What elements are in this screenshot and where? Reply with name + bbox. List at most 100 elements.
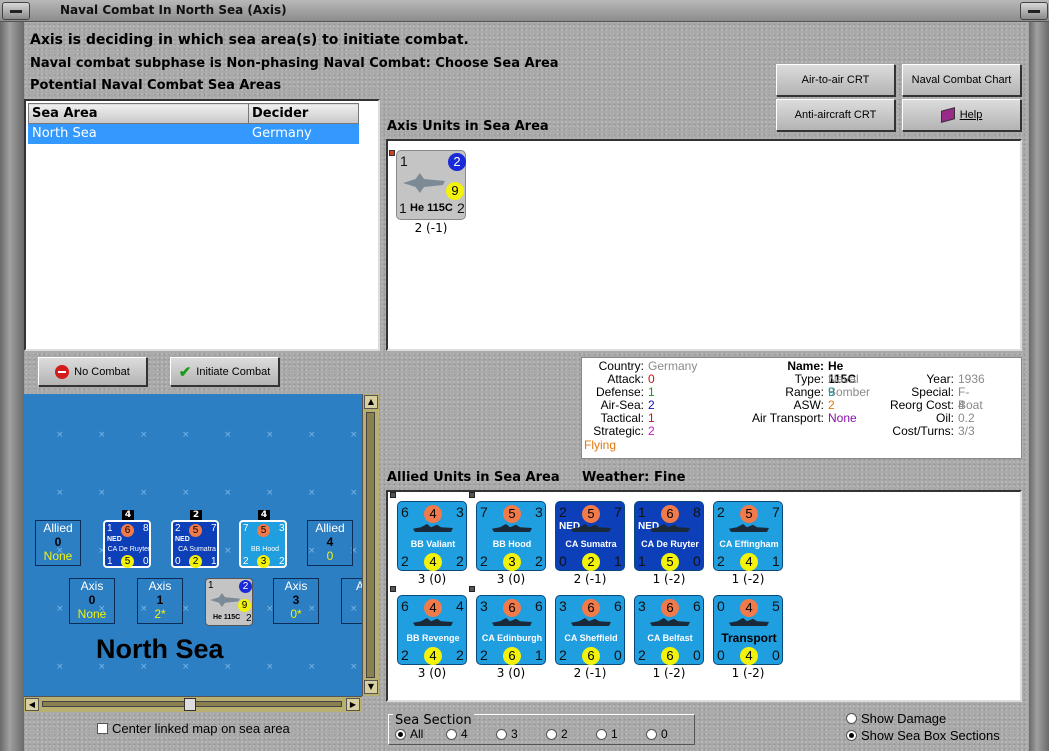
unit-caption: 3 (0) [496, 666, 526, 680]
sea-box-sub: 0 [326, 549, 334, 563]
allied-ship-counter[interactable]: 6 4 4 BB Revenge 2 4 2 [397, 595, 467, 665]
decider-cell[interactable]: Germany [248, 123, 359, 144]
axis-unit-counter[interactable]: 1 2 9 1 He 115C 2 [396, 150, 466, 220]
sea-box-sub: None [43, 549, 73, 563]
radio-icon [496, 728, 507, 740]
map-ship-stack[interactable]: 1 6 8 NED CA De Ruyter 1 5 0 [103, 520, 151, 568]
unit-caption: 3 (0) [417, 572, 447, 586]
help-button[interactable]: Help [902, 99, 1021, 131]
ship-silhouette-icon [492, 618, 532, 626]
sea-area-map[interactable]: ××××××××××××××××××××××××××××××××××××××××… [24, 394, 362, 696]
sea-area-header[interactable]: Sea Area [28, 103, 249, 124]
decider-header[interactable]: Decider [248, 103, 359, 124]
table-row[interactable]: North Sea Germany [28, 123, 359, 144]
ship-range: 2 [535, 553, 543, 569]
initiate-combat-button[interactable]: ✔ Initiate Combat [170, 357, 279, 386]
window-menu-button[interactable] [2, 2, 30, 20]
sea-section-4[interactable]: 4 [446, 727, 468, 741]
radio-label: 1 [611, 727, 618, 741]
scroll-right-icon[interactable]: ▶ [346, 698, 360, 711]
axis-sea-box-0[interactable]: Axis 0 None [69, 578, 115, 624]
sea-area-table: Sea Area Decider North Sea Germany [28, 103, 359, 144]
sea-box-value: 3 [292, 593, 300, 607]
allied-ship-counter[interactable]: 2 5 7 CA Effingham 2 4 1 [713, 501, 783, 571]
allied-units-title: Allied Units in Sea Area [387, 470, 560, 485]
anti-aircraft-crt-button[interactable]: Anti-aircraft CRT [776, 99, 895, 131]
allied-ship-counter[interactable]: 7 5 3 BB Hood 2 3 2 [476, 501, 546, 571]
vertical-scroll-track[interactable] [366, 412, 375, 678]
map-grid-dot: × [224, 430, 232, 440]
ship-silhouette-icon [413, 524, 453, 532]
air-transport-value: None [828, 411, 857, 425]
map-grid-dot: × [266, 430, 274, 440]
air-to-air-crt-button[interactable]: Air-to-air CRT [776, 64, 895, 96]
horizontal-scroll-thumb[interactable] [184, 698, 196, 711]
map-plane-counter[interactable]: 1 2 9 He 115C 2 [205, 578, 253, 626]
map-grid-dot: × [140, 488, 148, 498]
ship-range: 0 [614, 647, 622, 663]
axis-sea-box-1[interactable]: Axis 1 2* [137, 578, 183, 624]
sea-section-1[interactable]: 1 [596, 727, 618, 741]
show-damage-label: Show Damage [861, 711, 947, 726]
no-combat-label: No Combat [74, 365, 130, 378]
ship-anti-air: 5 [772, 598, 780, 614]
allied-units-panel: 6 4 3 BB Valiant 2 4 2 3 (0) 7 5 3 BB Hood 2 3 2 3 (0) 2… [386, 490, 1022, 702]
map-grid-dot: × [182, 488, 190, 498]
sea-section-0[interactable]: 0 [646, 727, 668, 741]
show-sea-box-label: Show Sea Box Sections [861, 728, 1000, 743]
show-damage-radio[interactable]: Show Damage [846, 711, 946, 726]
map-grid-dot: × [182, 604, 190, 614]
ship-silhouette-icon [729, 524, 769, 532]
sea-section-all[interactable]: All [395, 727, 423, 741]
title-bar: Naval Combat In North Sea (Axis) [0, 0, 1049, 22]
ship-silhouette-icon [650, 618, 690, 626]
unit-caption: 1 (-2) [731, 666, 765, 680]
map-ship-stack[interactable]: 7 5 3 BB Hood 2 3 2 [239, 520, 287, 568]
allied-ship-counter[interactable]: 2 5 7 NED CA Sumatra 0 2 1 [555, 501, 625, 571]
minimize-button[interactable] [1020, 2, 1048, 20]
ship-attack-circle: 6 [503, 599, 521, 617]
scroll-down-icon[interactable]: ▼ [364, 680, 378, 694]
mini-plane-blue-circle: 2 [239, 580, 252, 593]
map-vertical-scrollbar[interactable]: ▲ ▼ [362, 394, 379, 696]
map-horizontal-scrollbar[interactable]: ◀ ▶ [24, 696, 362, 712]
map-grid-dot: × [224, 546, 232, 556]
allied-sea-box-right[interactable]: Allied 4 0 [307, 520, 353, 566]
allied-ship-counter[interactable]: 6 4 3 BB Valiant 2 4 2 [397, 501, 467, 571]
unit-caption: 2 (-1) [414, 221, 448, 235]
ship-speed-circle: 4 [740, 553, 758, 571]
no-combat-button[interactable]: No Combat [38, 357, 147, 386]
sea-box-value: 0 [88, 593, 96, 607]
ship-range: 1 [614, 553, 622, 569]
mini-plane-air-attack: 1 [208, 580, 214, 591]
allied-ship-counter[interactable]: 3 6 6 CA Sheffield 2 6 0 [555, 595, 625, 665]
sea-section-title: Sea Section [393, 713, 474, 728]
scroll-up-icon[interactable]: ▲ [364, 395, 378, 409]
axis-sea-box-4[interactable]: A [341, 578, 362, 624]
scroll-left-icon[interactable]: ◀ [25, 698, 39, 711]
map-ship-stack[interactable]: 2 5 7 NED CA Sumatra 0 2 1 [171, 520, 219, 568]
unit-name: He 115C [410, 202, 453, 214]
allied-sea-box-left[interactable]: Allied 0 None [35, 520, 81, 566]
allied-ship-counter[interactable]: 1 6 8 NED CA De Ruyter 1 5 0 [634, 501, 704, 571]
naval-combat-chart-button[interactable]: Naval Combat Chart [902, 64, 1021, 96]
allied-ship-counter[interactable]: 0 4 5 Transport 0 4 0 [713, 595, 783, 665]
help-label: Help [959, 109, 983, 121]
show-sea-box-radio[interactable]: Show Sea Box Sections [846, 728, 1000, 743]
ship-gunnery: 3 [638, 598, 646, 614]
ship-speed-circle: 4 [740, 647, 758, 665]
ship-range: 0 [772, 647, 780, 663]
allied-ship-counter[interactable]: 3 6 6 CA Belfast 2 6 0 [634, 595, 704, 665]
country-value: Germany [648, 359, 698, 373]
center-linked-checkbox[interactable]: Center linked map on sea area [97, 721, 290, 736]
allied-ship-counter[interactable]: 3 6 6 CA Edinburgh 2 6 1 [476, 595, 546, 665]
mini-range: 1 [211, 556, 217, 567]
axis-sea-box-3[interactable]: Axis 3 0* [273, 578, 319, 624]
ship-anti-air: 6 [693, 598, 701, 614]
sea-area-cell[interactable]: North Sea [28, 123, 249, 144]
sea-section-2[interactable]: 2 [546, 727, 568, 741]
unit-marker-icon [389, 150, 395, 156]
sea-area-table-panel: Sea Area Decider North Sea Germany [24, 99, 380, 351]
ship-gunnery: 7 [480, 504, 488, 520]
sea-section-3[interactable]: 3 [496, 727, 518, 741]
